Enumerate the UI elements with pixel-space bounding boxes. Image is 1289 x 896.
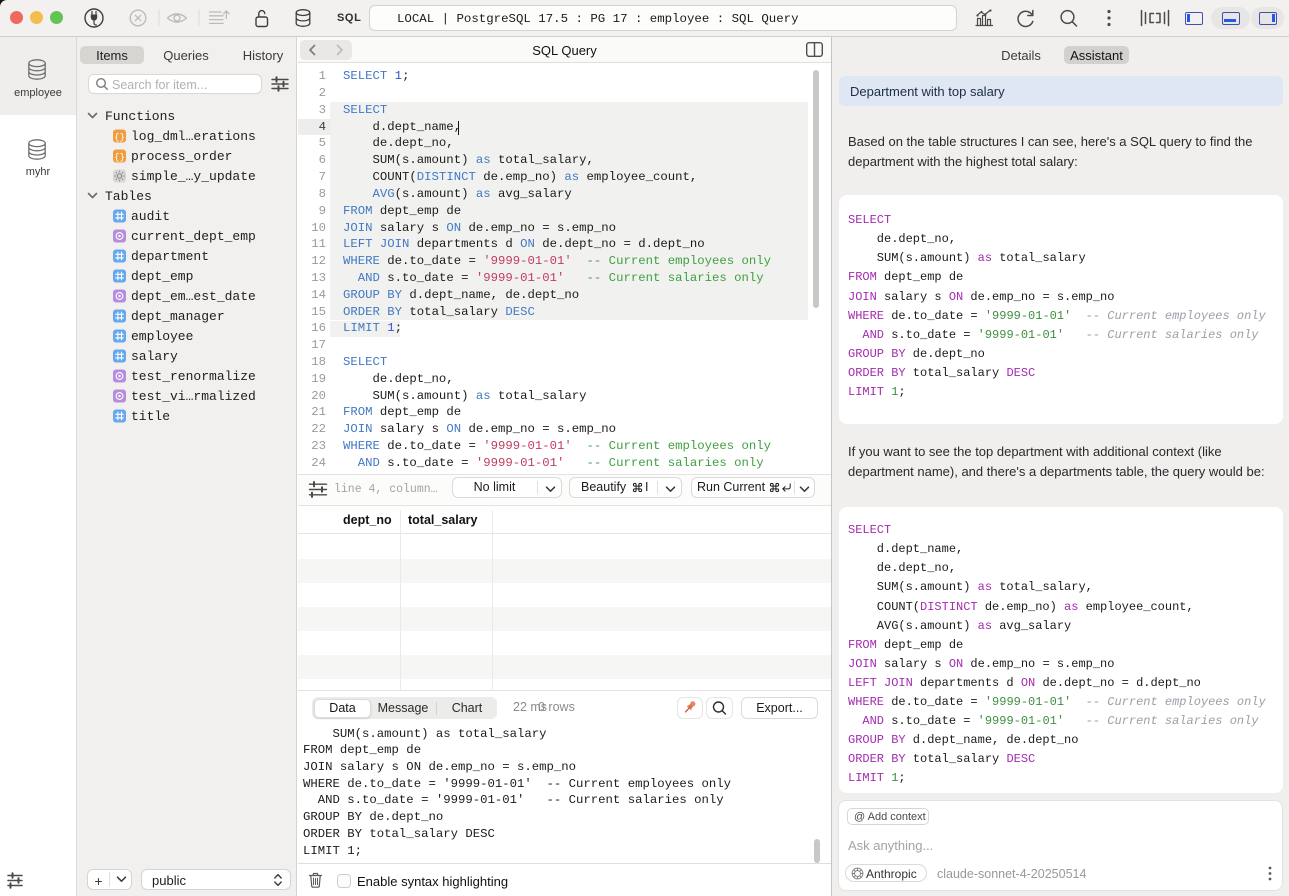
svg-text:{}: {}: [114, 153, 125, 163]
svg-text:{}: {}: [114, 133, 125, 143]
